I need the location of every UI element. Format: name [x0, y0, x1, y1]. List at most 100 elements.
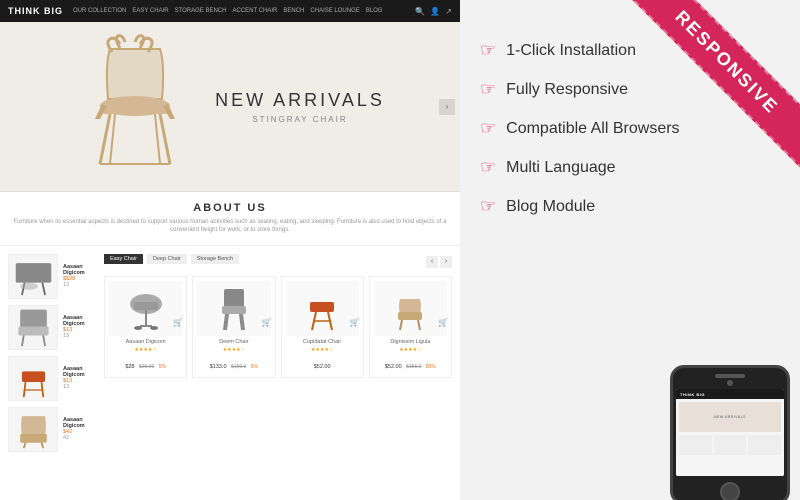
phone-screen-item [679, 435, 712, 455]
product-list-thumb [8, 305, 58, 350]
cart-icon[interactable]: 🛒 [173, 318, 183, 327]
product-list-item: Aasaan Digicom $13 13 [8, 305, 98, 350]
product-tab[interactable]: Storage Bench [191, 254, 239, 264]
product-list-name: Aasaan Digicom [63, 264, 98, 276]
products-section: Aasaan Digicom $$28 13 Aasaan Digicom $1… [0, 246, 460, 466]
product-old-price: $159.0 [231, 364, 246, 370]
product-list-name: Aasaan Digicom [63, 417, 98, 429]
product-list-number: 13 [63, 333, 98, 339]
hero-chair-image [75, 32, 195, 182]
product-next-arrow[interactable]: › [440, 256, 452, 268]
product-list-info: Aasaan Digicom $13 13 [63, 366, 98, 390]
site-navbar: THINK BIG OUR COLLECTION EASY CHAIR STORAG… [0, 0, 460, 22]
site-nav-link[interactable]: BLOG [366, 8, 383, 14]
phone-screen-hero-text: NEW ARRIVALS [714, 415, 746, 419]
product-tabs: Easy Chair Deep Chair Storage Bench [104, 254, 239, 264]
product-grid: Aasaan Digicom ★★★★☆ $28 $29.00 5% 🛒 Dee… [104, 276, 452, 378]
product-old-price: $29.00 [139, 364, 154, 370]
hero-next-arrow[interactable]: › [439, 99, 455, 115]
product-old-price: $155.0 [406, 364, 421, 370]
site-nav-links: OUR COLLECTION EASY CHAIR STORAGE BENCH ACC… [73, 8, 415, 14]
website-preview: THINK BIG OUR COLLECTION EASY CHAIR STORAG… [0, 0, 460, 500]
product-card-name: Cupidatat Chair [286, 339, 359, 345]
product-card-stars: ★★★★☆ [286, 347, 359, 353]
product-list-thumb [8, 356, 58, 401]
product-list-name: Aasaan Digicom [63, 315, 98, 327]
feature-label: Blog Module [506, 198, 595, 216]
site-nav-link[interactable]: OUR COLLECTION [73, 8, 126, 14]
share-icon: ↗ [445, 7, 452, 16]
product-discount: 5% [159, 364, 166, 370]
feature-icon: ☞ [480, 157, 496, 178]
responsive-ribbon: RESPONSIVE [620, 0, 800, 169]
product-tab[interactable]: Deep Chair [147, 254, 187, 264]
site-logo: THINK BIG [8, 6, 63, 16]
product-card-stars: ★★★★☆ [109, 347, 182, 353]
product-card-pricing: $28 $29.00 5% [109, 355, 182, 373]
cart-icon[interactable]: 🛒 [438, 318, 448, 327]
product-card: Dignissim Ligula ★★★★☆ $52.00 $155.0 80%… [369, 276, 452, 378]
product-card-price: $52.00 [314, 364, 331, 370]
right-panel: RESPONSIVE ☞ 1-Click Installation ☞ Full… [460, 0, 800, 500]
product-list-info: Aasaan Digicom $42 42 [63, 417, 98, 441]
product-prev-arrow[interactable]: ‹ [426, 256, 438, 268]
product-discount: 5% [251, 364, 258, 370]
product-card-pricing: $133.0 $159.0 5% [197, 355, 270, 373]
product-list-item: Aasaan Digicom $$28 13 [8, 254, 98, 299]
product-card-name: Dignissim Ligula [374, 339, 447, 345]
phone-outer: THINK BIG NEW ARRIVALS [670, 365, 790, 500]
about-title: ABOUT US [10, 202, 450, 214]
phone-screen-item [748, 435, 781, 455]
product-card-name: Deem Chair [197, 339, 270, 345]
product-tab[interactable]: Easy Chair [104, 254, 143, 264]
phone-screen-hero: NEW ARRIVALS [679, 402, 781, 432]
site-nav-link[interactable]: EASY CHAIR [132, 8, 168, 14]
cart-icon[interactable]: 🛒 [350, 318, 360, 327]
hero-text: NEW ARRIVALS STINGRAY CHAIR [215, 90, 385, 124]
feature-icon: ☞ [480, 196, 496, 217]
product-card-price: $52.00 [385, 364, 402, 370]
phone-screen: THINK BIG NEW ARRIVALS [676, 389, 784, 476]
feature-icon: ☞ [480, 118, 496, 139]
feature-icon: ☞ [480, 79, 496, 100]
product-card-price: $133.0 [210, 364, 227, 370]
hero-section: NEW ARRIVALS STINGRAY CHAIR › [0, 22, 460, 192]
site-nav-link[interactable]: CHAISE LOUNGE [310, 8, 359, 14]
about-text: Furniture when its essential aspects is … [10, 218, 450, 235]
cart-icon[interactable]: 🛒 [262, 318, 272, 327]
hero-subtitle: STINGRAY CHAIR [215, 115, 385, 124]
feature-icon: ☞ [480, 40, 496, 61]
product-list-number: 42 [63, 435, 98, 441]
product-card: Aasaan Digicom ★★★★☆ $28 $29.00 5% 🛒 [104, 276, 187, 378]
product-card-image [286, 281, 359, 336]
product-list-number: 13 [63, 384, 98, 390]
product-card: Deem Chair ★★★★☆ $133.0 $159.0 5% 🛒 [192, 276, 275, 378]
product-card-image [197, 281, 270, 336]
phone-camera [727, 380, 733, 386]
product-card-name: Aasaan Digicom [109, 339, 182, 345]
site-nav-link[interactable]: STORAGE BENCH [175, 8, 227, 14]
product-list-name: Aasaan Digicom [63, 366, 98, 378]
phone-screen-row [679, 435, 781, 455]
phone-screen-item [714, 435, 747, 455]
product-list-number: 13 [63, 282, 98, 288]
phone-screen-content: NEW ARRIVALS [676, 399, 784, 476]
site-nav-icons: 🔍 👤 ↗ [415, 7, 452, 16]
product-list-info: Aasaan Digicom $13 13 [63, 315, 98, 339]
site-nav-link[interactable]: ACCENT CHAIR [232, 8, 277, 14]
product-list-thumb [8, 407, 58, 452]
site-nav-link[interactable]: BENCH [283, 8, 304, 14]
product-list-info: Aasaan Digicom $$28 13 [63, 264, 98, 288]
user-icon: 👤 [430, 7, 440, 16]
about-section: ABOUT US Furniture when its essential as… [0, 192, 460, 246]
hero-title: NEW ARRIVALS [215, 90, 385, 111]
phone-home-button [720, 482, 740, 500]
phone-screen-navbar: THINK BIG [676, 389, 784, 399]
phone-speaker [715, 374, 745, 378]
product-discount: 80% [426, 364, 436, 370]
phone-mockup: THINK BIG NEW ARRIVALS [620, 350, 800, 500]
product-grid-area: Easy Chair Deep Chair Storage Bench ‹ › Aa… [104, 254, 452, 458]
product-card-image [374, 281, 447, 336]
product-card-price: $28 [125, 364, 134, 370]
product-card-stars: ★★★★☆ [197, 347, 270, 353]
